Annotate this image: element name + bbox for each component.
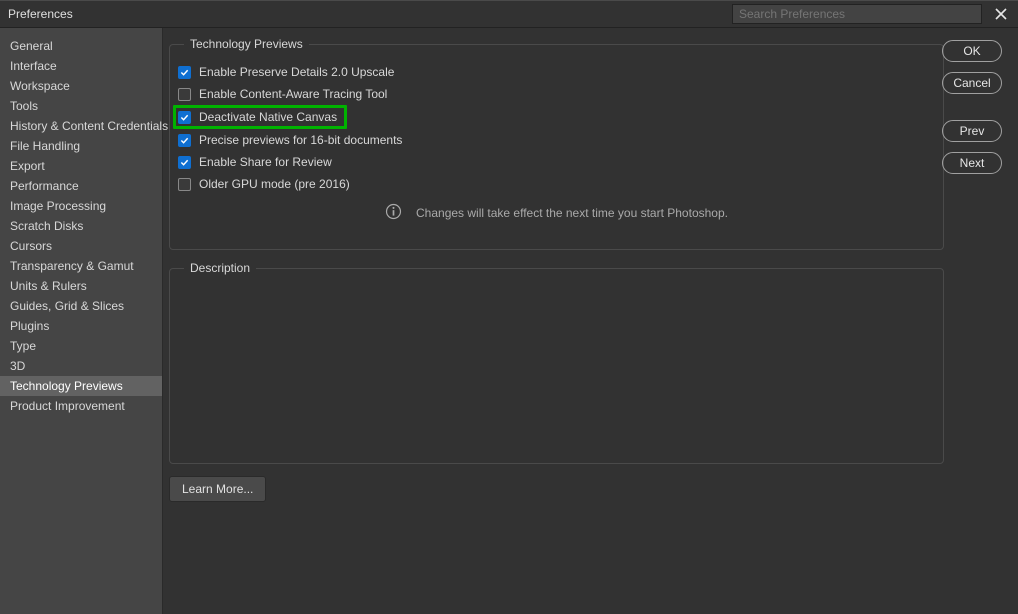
sidebar-item-image-processing[interactable]: Image Processing [0, 196, 162, 216]
sidebar-item-plugins[interactable]: Plugins [0, 316, 162, 336]
technology-previews-group: Technology Previews Enable Preserve Deta… [169, 44, 944, 250]
description-group: Description [169, 268, 944, 464]
option-row-2: Deactivate Native Canvas [173, 105, 347, 129]
option-label: Enable Content-Aware Tracing Tool [199, 87, 387, 101]
content-region: Technology Previews Enable Preserve Deta… [163, 28, 1018, 614]
close-icon [994, 7, 1008, 21]
option-row-1: Enable Content-Aware Tracing Tool [176, 83, 933, 105]
tech-previews-legend: Technology Previews [184, 37, 309, 51]
sidebar-item-type[interactable]: Type [0, 336, 162, 356]
close-button[interactable] [990, 3, 1012, 25]
dialog-buttons: OK Cancel Prev Next [942, 40, 1008, 174]
option-label: Deactivate Native Canvas [199, 110, 337, 124]
option-label: Older GPU mode (pre 2016) [199, 177, 350, 191]
sidebar-item-scratch-disks[interactable]: Scratch Disks [0, 216, 162, 236]
option-row-5: Older GPU mode (pre 2016) [176, 173, 933, 195]
window-title: Preferences [8, 7, 73, 21]
check-icon [180, 68, 189, 77]
cancel-button[interactable]: Cancel [942, 72, 1002, 94]
sidebar-item-workspace[interactable]: Workspace [0, 76, 162, 96]
option-row-3: Precise previews for 16-bit documents [176, 129, 933, 151]
checkbox-precise-previews-for-16-bit-documents[interactable] [178, 134, 191, 147]
learn-more-button[interactable]: Learn More... [169, 476, 266, 502]
restart-info-row: Changes will take effect the next time y… [180, 203, 933, 223]
sidebar-item-history-content-credentials[interactable]: History & Content Credentials [0, 116, 162, 136]
sidebar-item-units-rulers[interactable]: Units & Rulers [0, 276, 162, 296]
sidebar-item-product-improvement[interactable]: Product Improvement [0, 396, 162, 416]
sidebar-item-interface[interactable]: Interface [0, 56, 162, 76]
check-icon [180, 158, 189, 167]
sidebar-item-tools[interactable]: Tools [0, 96, 162, 116]
description-legend: Description [184, 261, 256, 275]
info-icon [385, 203, 402, 223]
option-row-0: Enable Preserve Details 2.0 Upscale [176, 61, 933, 83]
sidebar-item-3d[interactable]: 3D [0, 356, 162, 376]
sidebar-item-transparency-gamut[interactable]: Transparency & Gamut [0, 256, 162, 276]
check-icon [180, 136, 189, 145]
sidebar-item-cursors[interactable]: Cursors [0, 236, 162, 256]
checkbox-enable-share-for-review[interactable] [178, 156, 191, 169]
sidebar-item-guides-grid-slices[interactable]: Guides, Grid & Slices [0, 296, 162, 316]
sidebar-item-file-handling[interactable]: File Handling [0, 136, 162, 156]
sidebar-item-technology-previews[interactable]: Technology Previews [0, 376, 162, 396]
sidebar-item-general[interactable]: General [0, 36, 162, 56]
titlebar: Preferences [0, 0, 1018, 28]
option-label: Enable Share for Review [199, 155, 332, 169]
sidebar-item-export[interactable]: Export [0, 156, 162, 176]
option-row-4: Enable Share for Review [176, 151, 933, 173]
ok-button[interactable]: OK [942, 40, 1002, 62]
checkbox-enable-preserve-details-2-0-upscale[interactable] [178, 66, 191, 79]
checkbox-older-gpu-mode-pre-2016-[interactable] [178, 178, 191, 191]
checkbox-enable-content-aware-tracing-tool[interactable] [178, 88, 191, 101]
option-label: Precise previews for 16-bit documents [199, 133, 402, 147]
search-input[interactable] [732, 4, 982, 24]
checkbox-deactivate-native-canvas[interactable] [178, 111, 191, 124]
option-label: Enable Preserve Details 2.0 Upscale [199, 65, 394, 79]
sidebar: GeneralInterfaceWorkspaceToolsHistory & … [0, 28, 163, 614]
prev-button[interactable]: Prev [942, 120, 1002, 142]
next-button[interactable]: Next [942, 152, 1002, 174]
sidebar-item-performance[interactable]: Performance [0, 176, 162, 196]
check-icon [180, 113, 189, 122]
restart-info-text: Changes will take effect the next time y… [416, 206, 728, 220]
